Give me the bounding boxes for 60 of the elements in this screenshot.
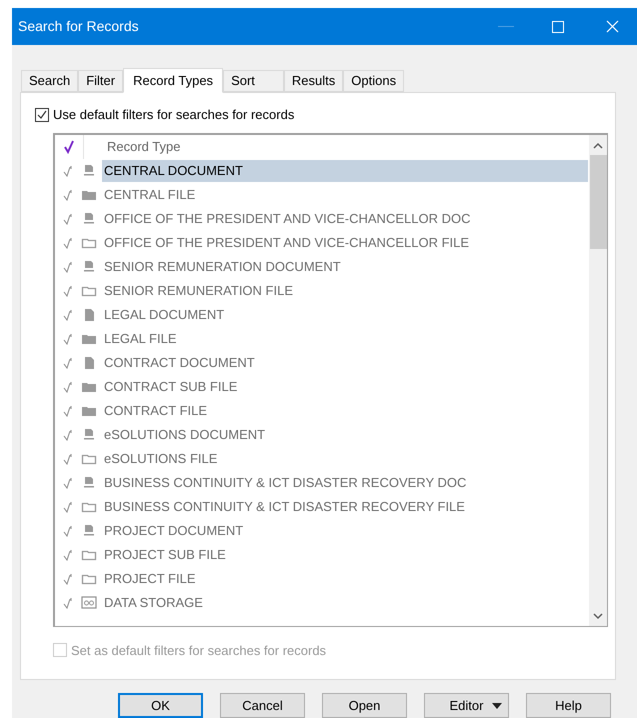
record-type-item[interactable]: SENIOR REMUNERATION DOCUMENT bbox=[102, 256, 341, 278]
checkbox[interactable] bbox=[35, 108, 49, 122]
record-type-item[interactable]: eSOLUTIONS DOCUMENT bbox=[102, 424, 266, 446]
scrollbar[interactable] bbox=[589, 134, 607, 626]
dialog-button[interactable]: Editor bbox=[424, 693, 509, 718]
record-type-item[interactable]: PROJECT DOCUMENT bbox=[102, 520, 244, 542]
document-icon bbox=[83, 428, 95, 442]
checkbox-label: Use default filters for searches for records bbox=[53, 106, 294, 124]
dialog-button[interactable]: Open bbox=[322, 693, 407, 718]
dialog-button[interactable]: Help bbox=[526, 693, 611, 718]
document-icon bbox=[83, 164, 95, 178]
dialog-button[interactable]: Cancel bbox=[220, 693, 305, 718]
document-icon bbox=[83, 212, 95, 226]
tab[interactable]: Options bbox=[343, 70, 404, 92]
record-type-item[interactable]: LEGAL FILE bbox=[102, 328, 176, 350]
tab[interactable]: Record Types bbox=[123, 68, 224, 93]
column-header[interactable]: Record Type bbox=[107, 136, 180, 156]
scroll-thumb[interactable] bbox=[590, 154, 606, 248]
folder-icon bbox=[81, 500, 97, 512]
record-type-item[interactable]: DATA STORAGE bbox=[102, 592, 203, 614]
folder-icon bbox=[81, 452, 97, 464]
page-icon bbox=[83, 308, 95, 322]
record-type-item[interactable]: CONTRACT SUB FILE bbox=[102, 376, 238, 398]
folder-icon bbox=[81, 188, 97, 200]
check-icon bbox=[63, 140, 75, 154]
record-type-item[interactable]: SENIOR REMUNERATION FILE bbox=[102, 280, 294, 302]
checkbox-label: Set as default filters for searches for records bbox=[71, 642, 326, 660]
tab[interactable]: Search bbox=[21, 70, 78, 92]
document-icon bbox=[83, 260, 95, 274]
document-icon bbox=[83, 524, 95, 538]
record-type-item[interactable]: PROJECT FILE bbox=[102, 568, 196, 590]
record-type-item[interactable]: CONTRACT DOCUMENT bbox=[102, 352, 255, 374]
page-icon bbox=[83, 356, 95, 370]
folder-icon bbox=[81, 572, 97, 584]
storage-icon bbox=[81, 596, 97, 609]
dialog-button[interactable]: OK bbox=[118, 693, 203, 718]
record-type-item[interactable]: OFFICE OF THE PRESIDENT AND VICE-CHANCELLOR DOC bbox=[102, 208, 470, 230]
folder-icon bbox=[81, 380, 97, 392]
record-type-item[interactable]: CONTRACT FILE bbox=[102, 400, 208, 422]
folder-icon bbox=[81, 404, 97, 416]
tab[interactable]: Filter bbox=[78, 70, 124, 92]
record-type-item[interactable]: LEGAL DOCUMENT bbox=[102, 304, 224, 326]
record-type-item[interactable]: CENTRAL DOCUMENT bbox=[102, 160, 588, 182]
folder-icon bbox=[81, 332, 97, 344]
record-type-item[interactable]: OFFICE OF THE PRESIDENT AND VICE-CHANCELLOR FILE bbox=[102, 232, 470, 254]
record-type-item[interactable]: eSOLUTIONS FILE bbox=[102, 448, 218, 470]
record-type-item[interactable]: PROJECT SUB FILE bbox=[102, 544, 226, 566]
maximize-icon[interactable] bbox=[552, 20, 564, 32]
window-title: Search for Records bbox=[18, 17, 140, 36]
record-type-item[interactable]: CENTRAL FILE bbox=[102, 184, 196, 206]
folder-icon bbox=[81, 236, 97, 248]
caret-icon bbox=[492, 702, 502, 708]
tab[interactable]: Results bbox=[284, 70, 344, 92]
document-icon bbox=[83, 476, 95, 490]
tab[interactable]: Sort bbox=[223, 70, 284, 92]
folder-icon bbox=[81, 548, 97, 560]
record-type-item[interactable]: BUSINESS CONTINUITY & ICT DISASTER RECOVERY FILE bbox=[102, 496, 465, 518]
record-type-item[interactable]: BUSINESS CONTINUITY & ICT DISASTER RECOVERY DOC bbox=[102, 472, 466, 494]
close-icon[interactable] bbox=[606, 20, 619, 33]
folder-icon bbox=[81, 284, 97, 296]
